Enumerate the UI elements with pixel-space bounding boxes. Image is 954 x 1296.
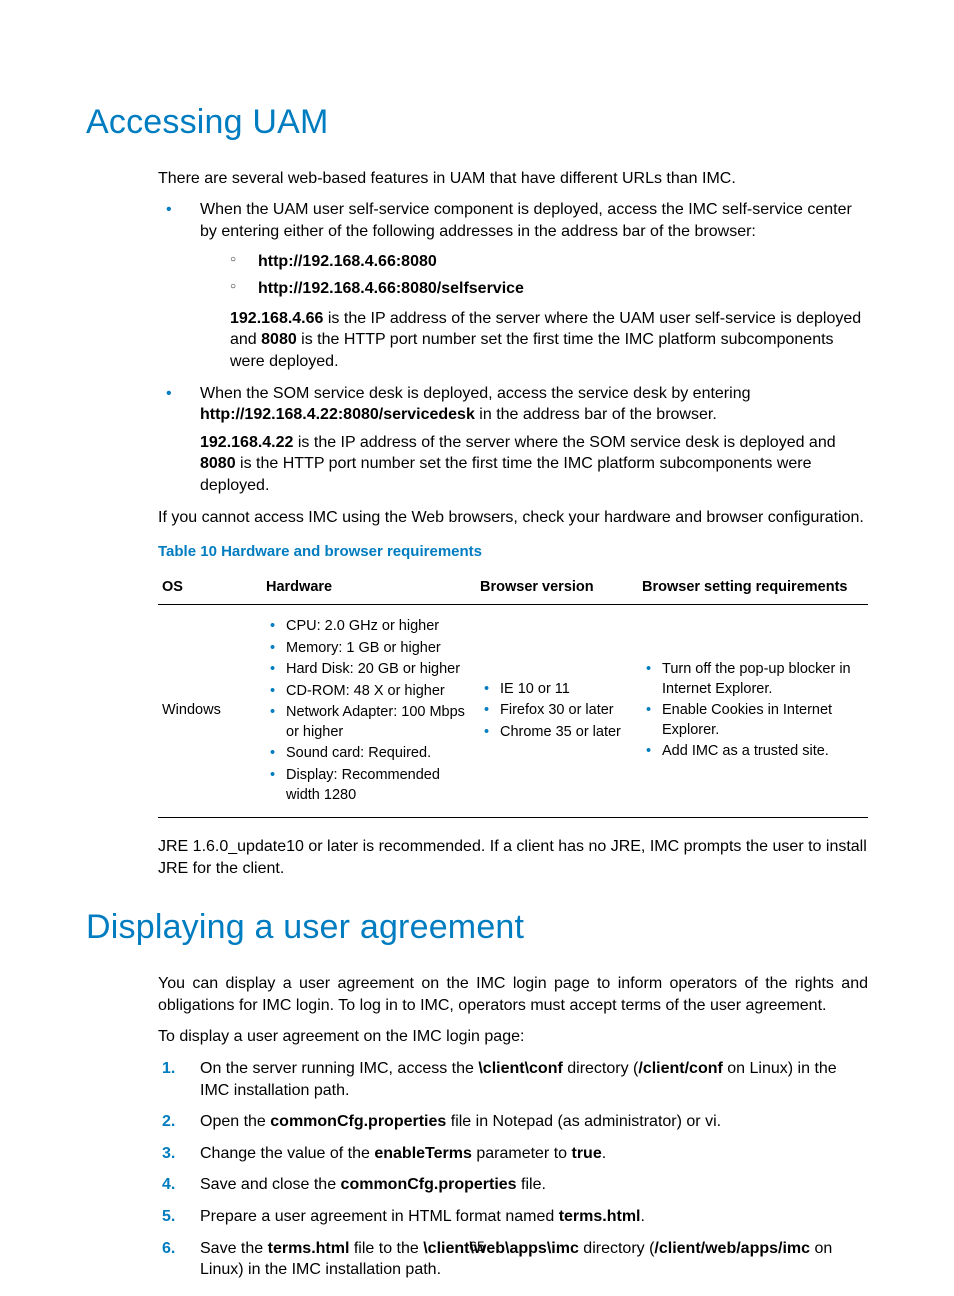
ua-lead-paragraph: To display a user agreement on the IMC l…	[158, 1026, 868, 1048]
list-item: IE 10 or 11	[480, 680, 628, 700]
list-item: CPU: 2.0 GHz or higher	[266, 617, 466, 637]
step-item: Change the value of the enableTerms para…	[158, 1143, 868, 1165]
list-item: Sound card: Required.	[266, 744, 466, 764]
list-text: When the UAM user self-service component…	[200, 201, 852, 240]
ip-text: 192.168.4.22	[200, 434, 293, 451]
list-item: http://192.168.4.66:8080	[230, 251, 868, 273]
cannot-access-paragraph: If you cannot access IMC using the Web b…	[158, 507, 868, 529]
th-hardware: Hardware	[262, 572, 476, 604]
intro-paragraph: There are several web-based features in …	[158, 168, 868, 190]
list-item: When the UAM user self-service component…	[158, 199, 868, 372]
step-item: On the server running IMC, access the \c…	[158, 1058, 868, 1101]
list-item: Add IMC as a trusted site.	[642, 742, 858, 762]
port-text: 8080	[200, 455, 236, 472]
explanation-paragraph: 192.168.4.22 is the IP address of the se…	[200, 432, 868, 497]
step-item: Open the commonCfg.properties file in No…	[158, 1111, 868, 1133]
table-caption: Table 10 Hardware and browser requiremen…	[158, 542, 868, 562]
jre-paragraph: JRE 1.6.0_update10 or later is recommend…	[158, 836, 868, 879]
url-text: http://192.168.4.66:8080	[258, 253, 437, 270]
th-browser-version: Browser version	[476, 572, 638, 604]
url-text: http://192.168.4.66:8080/selfservice	[258, 280, 524, 297]
ip-text: 192.168.4.66	[230, 310, 323, 327]
list-item: Hard Disk: 20 GB or higher	[266, 660, 466, 680]
th-browser-settings: Browser setting requirements	[638, 572, 868, 604]
step-item: Prepare a user agreement in HTML format …	[158, 1206, 868, 1228]
cell-os: Windows	[158, 605, 262, 818]
list-item: http://192.168.4.66:8080/selfservice	[230, 278, 868, 300]
page-number: 65	[0, 1237, 954, 1256]
url-sublist: http://192.168.4.66:8080 http://192.168.…	[230, 251, 868, 300]
cell-browser-version: IE 10 or 11 Firefox 30 or later Chrome 3…	[476, 605, 638, 818]
step-item: Save and close the commonCfg.properties …	[158, 1174, 868, 1196]
list-item: Memory: 1 GB or higher	[266, 639, 466, 659]
heading-displaying-user-agreement: Displaying a user agreement	[86, 905, 868, 951]
access-list: When the UAM user self-service component…	[158, 199, 868, 496]
list-item: When the SOM service desk is deployed, a…	[158, 383, 868, 497]
list-item: Turn off the pop-up blocker in Internet …	[642, 660, 858, 699]
list-item: Firefox 30 or later	[480, 701, 628, 721]
port-text: 8080	[261, 331, 297, 348]
heading-accessing-uam: Accessing UAM	[86, 100, 868, 146]
list-item: Display: Recommended width 1280	[266, 766, 466, 805]
list-item: Enable Cookies in Internet Explorer.	[642, 701, 858, 740]
url-text: http://192.168.4.22:8080/servicedesk	[200, 406, 475, 423]
list-item: CD-ROM: 48 X or higher	[266, 682, 466, 702]
requirements-table: OS Hardware Browser version Browser sett…	[158, 572, 868, 818]
explanation-paragraph: 192.168.4.66 is the IP address of the se…	[230, 308, 868, 373]
th-os: OS	[158, 572, 262, 604]
ua-intro-paragraph: You can display a user agreement on the …	[158, 973, 868, 1016]
cell-browser-settings: Turn off the pop-up blocker in Internet …	[638, 605, 868, 818]
list-item: Chrome 35 or later	[480, 723, 628, 743]
list-text: When the SOM service desk is deployed, a…	[200, 385, 750, 402]
cell-hardware: CPU: 2.0 GHz or higher Memory: 1 GB or h…	[262, 605, 476, 818]
table-row: Windows CPU: 2.0 GHz or higher Memory: 1…	[158, 605, 868, 818]
list-item: Network Adapter: 100 Mbps or higher	[266, 703, 466, 742]
